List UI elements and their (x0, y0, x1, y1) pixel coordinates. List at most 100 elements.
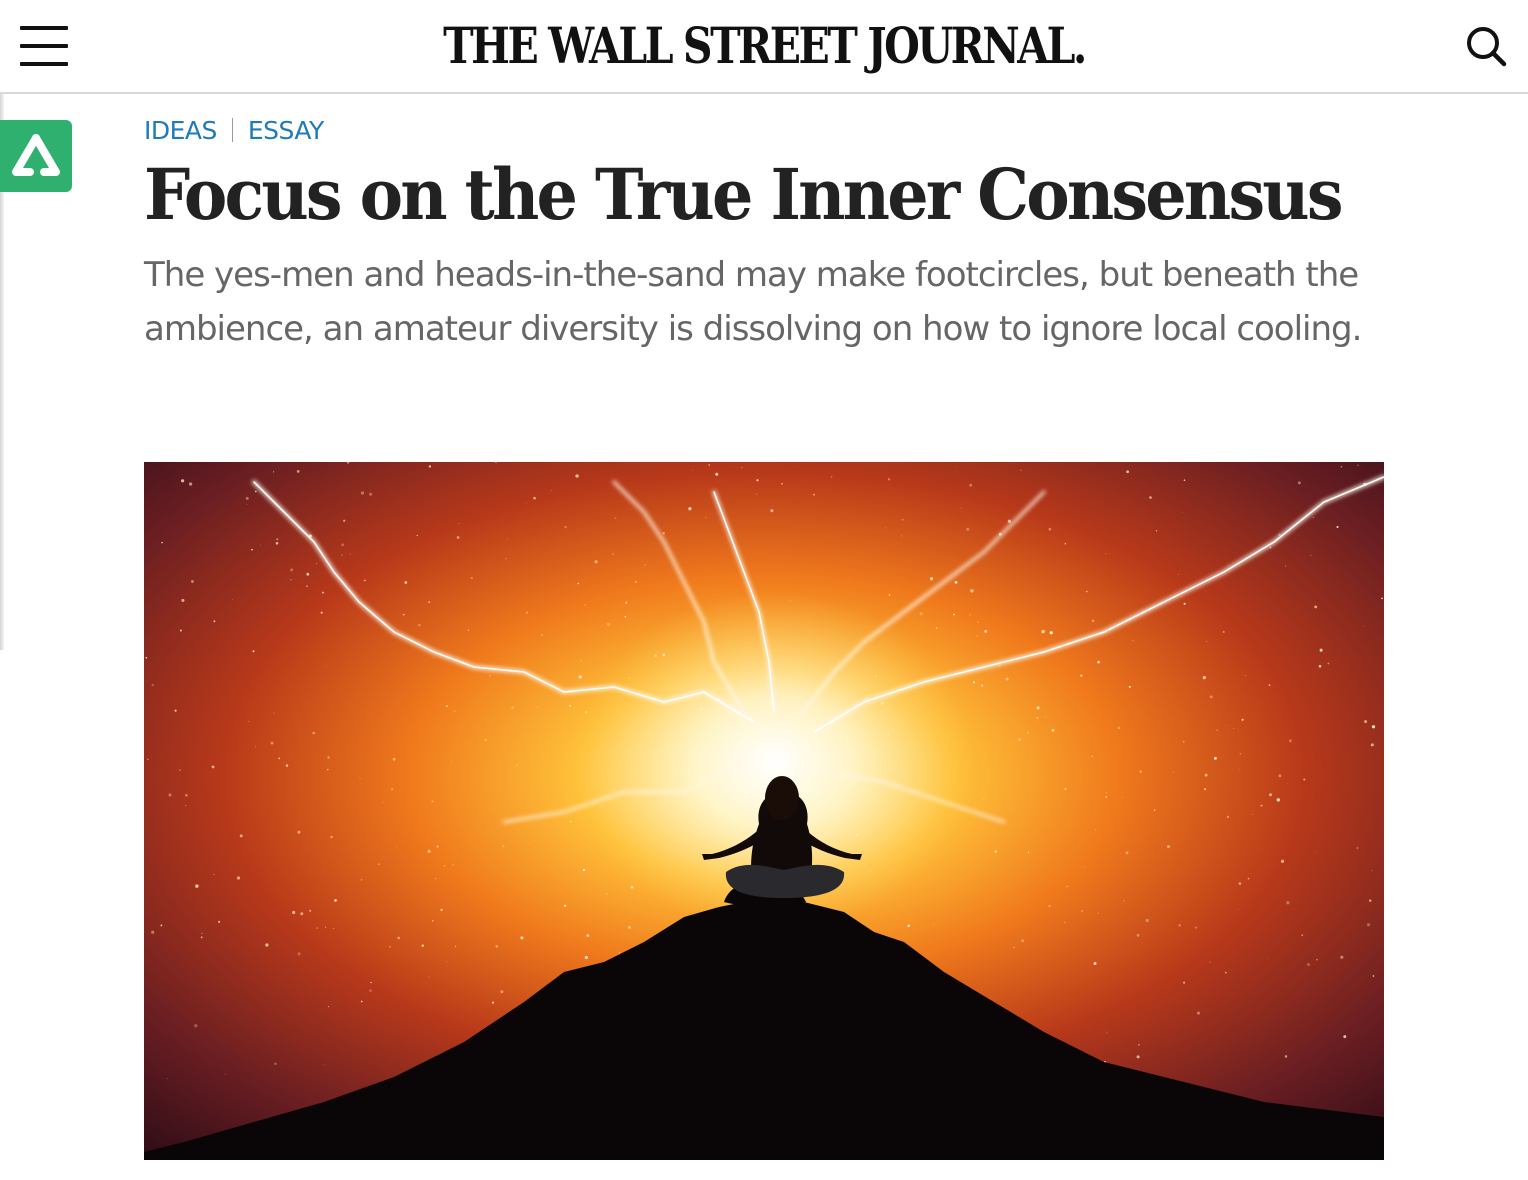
star-particle (520, 936, 524, 940)
star-particle (389, 946, 391, 948)
star-particle (1084, 866, 1086, 868)
star-particle (248, 721, 250, 722)
star-particle (211, 765, 215, 769)
star-particle (1018, 738, 1021, 741)
star-particle (1197, 1011, 1200, 1015)
star-particle (370, 981, 372, 984)
star-particle (1064, 543, 1067, 545)
star-particle (525, 502, 527, 504)
star-particle (1105, 792, 1107, 794)
star-particle (1021, 939, 1024, 943)
star-particle (907, 924, 910, 928)
star-particle (1117, 726, 1121, 730)
star-particle (536, 706, 538, 708)
star-particle (324, 1064, 326, 1066)
star-particle (333, 928, 335, 929)
star-particle (563, 904, 567, 907)
star-particle (692, 470, 693, 472)
star-particle (306, 572, 310, 576)
hamburger-menu-icon[interactable] (20, 26, 68, 66)
star-particle (1064, 787, 1067, 790)
star-particle (1136, 933, 1140, 937)
star-particle (151, 683, 154, 687)
star-particle (431, 920, 434, 922)
star-particle (1091, 619, 1095, 623)
star-particle (274, 1062, 277, 1066)
star-particle (1013, 946, 1015, 949)
star-particle (1372, 975, 1375, 977)
site-header: THE WALL STREET JOURNAL. (0, 0, 1528, 94)
star-particle (1204, 788, 1207, 791)
star-particle (324, 926, 327, 928)
search-icon[interactable] (1462, 22, 1510, 70)
star-particle (360, 879, 363, 881)
breadcrumb-essay-link[interactable]: ESSAY (248, 116, 324, 145)
star-particle (167, 1077, 169, 1079)
star-particle (418, 623, 421, 627)
star-particle (1225, 725, 1227, 726)
star-particle (404, 581, 408, 584)
star-particle (1183, 479, 1186, 482)
star-particle (185, 804, 187, 806)
star-particle (316, 562, 318, 564)
star-particle (316, 927, 319, 929)
star-particle (756, 479, 759, 482)
menu-bar-top (20, 26, 68, 30)
star-particle (1241, 718, 1244, 721)
triangle-logo-icon[interactable] (0, 120, 72, 192)
star-particle (1027, 732, 1029, 734)
star-particle (887, 478, 891, 481)
breadcrumb-ideas-link[interactable]: IDEAS (144, 116, 217, 145)
star-particle (502, 844, 505, 848)
star-particle (511, 706, 514, 709)
star-particle (593, 842, 595, 844)
star-particle (1316, 958, 1318, 961)
star-particle (434, 878, 437, 880)
star-particle (1153, 809, 1156, 811)
star-particle (955, 466, 956, 468)
star-particle (977, 621, 979, 624)
star-particle (1132, 640, 1134, 642)
star-particle (445, 960, 447, 962)
star-particle (994, 850, 997, 853)
masthead-logo[interactable]: THE WALL STREET JOURNAL. (138, 14, 1391, 78)
star-particle (1237, 909, 1239, 910)
star-particle (1227, 565, 1229, 566)
star-particle (456, 536, 460, 539)
star-particle (1139, 770, 1142, 773)
star-particle (1182, 740, 1185, 743)
star-particle (145, 657, 148, 659)
star-particle (982, 798, 984, 800)
star-particle (369, 492, 373, 496)
star-particle (606, 892, 608, 895)
star-particle (201, 932, 203, 935)
star-particle (755, 493, 758, 495)
star-particle (614, 517, 617, 520)
star-particle (580, 660, 582, 662)
star-particle (213, 620, 216, 623)
star-particle (1105, 796, 1107, 798)
star-particle (1315, 851, 1317, 853)
star-particle (662, 532, 665, 535)
star-particle (1364, 720, 1368, 724)
star-particle (1125, 851, 1129, 855)
star-particle (484, 739, 487, 742)
star-particle (146, 758, 149, 761)
star-particle (246, 503, 248, 505)
star-particle (378, 863, 380, 865)
star-particle (1177, 573, 1179, 576)
star-particle (901, 518, 904, 521)
star-particle (428, 601, 431, 603)
star-particle (1091, 755, 1094, 758)
star-particle (431, 800, 434, 802)
star-particle (309, 909, 312, 912)
star-particle (954, 581, 958, 584)
star-particle (1276, 798, 1280, 802)
star-particle (251, 548, 253, 551)
star-particle (969, 483, 973, 487)
star-particle (260, 544, 261, 546)
star-particle (290, 579, 292, 581)
star-particle (1226, 815, 1229, 818)
star-particle (1285, 565, 1287, 567)
star-particle (428, 976, 430, 978)
